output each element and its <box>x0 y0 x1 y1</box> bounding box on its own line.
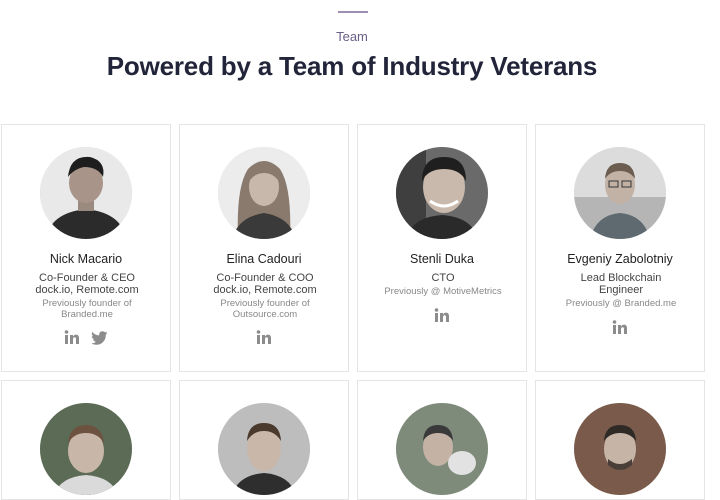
team-card-stenli-duka: Stenli Duka CTO Previously @ MotiveMetri… <box>357 124 527 372</box>
member-role: Co-Founder & COO dock.io, Remote.com <box>213 272 317 296</box>
avatar-elina-cadouri <box>218 147 310 239</box>
team-card <box>357 380 527 500</box>
member-name: Elina Cadouri <box>226 252 302 266</box>
member-role: Lead Blockchain Engineer <box>580 272 662 296</box>
team-card <box>535 380 705 500</box>
social-links <box>536 319 704 337</box>
linkedin-icon[interactable] <box>256 330 272 345</box>
avatar-stenli-duka <box>396 147 488 239</box>
avatar <box>40 403 132 495</box>
linkedin-icon[interactable] <box>434 308 450 323</box>
avatar-nick-macario <box>40 147 132 239</box>
avatar-evgeniy-zabolotniy <box>574 147 666 239</box>
member-previous: Previously @ Branded.me <box>565 298 677 309</box>
member-role: Co-Founder & CEO dock.io, Remote.com <box>35 272 139 296</box>
member-previous: Previously founder of Outsource.com <box>220 298 310 320</box>
section-divider <box>338 11 368 13</box>
member-previous: Previously founder of Branded.me <box>42 298 132 320</box>
avatar <box>396 403 488 495</box>
member-previous: Previously @ MotiveMetrics <box>384 286 502 297</box>
member-name: Nick Macario <box>49 252 123 266</box>
twitter-icon[interactable] <box>90 330 108 345</box>
social-links <box>2 329 170 347</box>
social-links <box>358 307 526 325</box>
member-name: Stenli Duka <box>410 252 474 266</box>
team-card-elina-cadouri: Elina Cadouri Co-Founder & COO dock.io, … <box>179 124 349 372</box>
section-eyebrow: Team <box>336 29 368 44</box>
team-card-evgeniy-zabolotniy: Evgeniy Zabolotniy Lead Blockchain Engin… <box>535 124 705 372</box>
member-role: CTO <box>431 272 455 284</box>
social-links <box>180 329 348 347</box>
linkedin-icon[interactable] <box>64 330 80 345</box>
avatar <box>218 403 310 495</box>
team-card <box>179 380 349 500</box>
team-card <box>1 380 171 500</box>
section-heading: Powered by a Team of Industry Veterans <box>106 51 598 81</box>
member-name: Evgeniy Zabolotniy <box>567 252 673 266</box>
team-card-nick-macario: Nick Macario Co-Founder & CEO dock.io, R… <box>1 124 171 372</box>
linkedin-icon[interactable] <box>612 320 628 335</box>
avatar <box>574 403 666 495</box>
